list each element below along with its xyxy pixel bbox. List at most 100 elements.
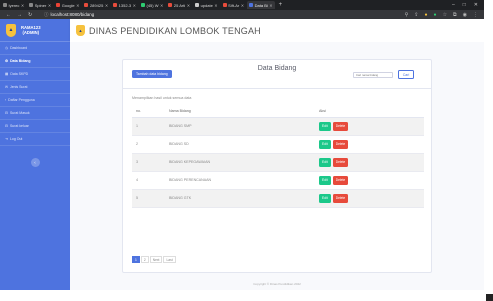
tab-favicon [222,3,227,7]
new-tab-button[interactable]: + [279,2,283,8]
corner-artifact [486,294,493,301]
sidebar-item-jenis-surat[interactable]: ✉ Jenis Surat [0,81,70,94]
profile-icon[interactable]: ◉ [463,12,467,18]
close-icon[interactable]: ✕ [48,3,51,8]
brand-role: (ADMIN) [22,30,40,35]
tab-label: Google [61,2,75,8]
close-icon[interactable]: ✕ [187,3,190,8]
table-icon: ▦ [5,72,9,76]
sidebar-brand[interactable]: ▲ RAMA123 (ADMIN) [0,19,70,42]
menu-icon[interactable]: ⋮ [473,12,478,18]
forward-icon[interactable]: → [17,12,22,18]
sidebar-item-daftar-pengguna[interactable]: › Daftar Pengguna [0,94,70,107]
edit-button[interactable]: Edit [319,121,331,131]
browser-tab[interactable]: Spiner ✕ [27,1,53,9]
share-icon[interactable]: ⇪ [414,12,418,18]
browser-tab[interactable]: update ✕ [193,1,220,9]
column-header-no: no. [132,106,165,118]
minimize-button[interactable]: – [452,2,455,8]
tab-favicon [249,3,254,7]
row-name: BIDANG SMP [165,117,315,136]
column-header-aksi: Aksi [315,106,424,118]
search-button[interactable]: Cari [398,70,414,79]
gear-icon: ⚙ [5,59,9,63]
sidebar-item-label: Surat keluar [9,124,29,128]
browser-tab[interactable]: 289425 ✕ [82,1,110,9]
sidebar-item-label: Data Bidang [10,59,31,63]
tab-favicon [113,3,118,7]
page-2-button[interactable]: 2 [140,256,149,263]
sidebar-item-data-bidang[interactable]: ⚙ Data Bidang [0,55,70,68]
delete-button[interactable]: Delete [332,139,349,149]
close-icon[interactable]: ✕ [76,3,79,8]
url-field[interactable]: ⓘ localhost:8080/bidang [44,12,94,18]
maximize-button[interactable]: □ [463,2,466,8]
table-row: 4 BIDANG PERENCANAAN Edit Delete [132,171,424,190]
edit-button[interactable]: Edit [319,139,331,149]
back-icon[interactable]: ← [6,12,11,18]
extensions-puzzle-icon[interactable]: ⧉ [453,12,457,18]
extension-icon[interactable]: ● [425,12,428,18]
main-content: Tambah data bidang Data Bidang Cari Mena… [70,42,484,290]
sidebar-item-log-out[interactable]: ⇥ Log Out [0,133,70,146]
sidebar-item-surat-keluar[interactable]: ⊟ Surat keluar [0,120,70,133]
browser-tab[interactable]: (45) W ✕ [139,1,165,9]
row-actions: Edit Delete [315,135,424,154]
pagination: 1 2 Next Last [132,256,176,263]
edit-button[interactable]: Edit [319,175,331,185]
search-input[interactable] [353,72,393,78]
sidebar-item-label: Log Out [9,137,23,141]
chevron-right-icon: › [5,98,7,102]
browser-tab[interactable]: 1352-3 ✕ [111,1,138,9]
table-row: 2 BIDANG SD Edit Delete [132,135,424,154]
close-icon[interactable]: ✕ [160,3,163,8]
last-page-button[interactable]: Last [163,256,176,263]
browser-tab[interactable]: Google ✕ [54,1,81,9]
nav-buttons: ← → ↻ [0,12,44,18]
row-number: 5 [132,189,165,208]
column-header-nama: Nama Bidang [165,106,315,118]
row-number: 1 [132,117,165,136]
row-number: 2 [132,135,165,154]
row-actions: Edit Delete [315,153,424,172]
page-1-button[interactable]: 1 [132,256,140,263]
tab-label: Spiner [34,2,47,8]
bidang-table: no. Nama Bidang Aksi 1 BIDANG SMP Edit De… [132,106,424,208]
close-icon[interactable]: ✕ [269,3,272,8]
sidebar-item-dashboard[interactable]: ◷ Dashboard [0,42,70,55]
outbox-icon: ⊟ [5,124,8,128]
close-icon[interactable]: ✕ [133,3,136,8]
delete-button[interactable]: Delete [332,121,349,131]
close-icon[interactable]: ✕ [241,3,244,8]
sidebar-item-surat-masuk[interactable]: ⊟ Surat Masuk [0,107,70,120]
sidebar: ▲ RAMA123 (ADMIN) ◷ Dashboard ⚙ Data Bidan… [0,19,70,290]
bookmark-icon[interactable]: ☆ [443,12,447,18]
delete-button[interactable]: Delete [332,157,349,167]
browser-tab[interactable]: 25 Arti ✕ [166,1,192,9]
close-window-button[interactable]: ✕ [474,2,478,8]
extension-icon[interactable]: ● [434,12,437,18]
browser-tab[interactable]: Iyerec ✕ [1,1,26,9]
browser-tab[interactable]: Sift-Ar ✕ [221,1,246,9]
tab-label: Data Bi [254,2,268,8]
close-icon[interactable]: ✕ [214,3,217,8]
browser-tab-active[interactable]: Data Bi ✕ [247,1,275,9]
reload-icon[interactable]: ↻ [28,12,32,18]
sidebar-toggle-button[interactable]: ‹ [30,158,40,167]
info-icon[interactable]: ⓘ [44,12,49,18]
sidebar-item-data-skpd[interactable]: ▦ Data SKPD [0,68,70,81]
delete-button[interactable]: Delete [332,175,349,185]
brand-text: RAMA123 (ADMIN) [21,25,41,35]
zoom-icon[interactable]: ⚲ [405,12,409,18]
next-page-button[interactable]: Next [149,256,163,263]
close-icon[interactable]: ✕ [105,3,108,8]
row-actions: Edit Delete [315,117,424,136]
row-name: BIDANG KEPEGAWAIAN [165,153,315,172]
tab-label: (45) W [146,2,159,8]
sidebar-item-label: Data SKPD [10,72,29,76]
edit-button[interactable]: Edit [319,157,331,167]
close-icon[interactable]: ✕ [21,3,24,8]
data-bidang-card: Tambah data bidang Data Bidang Cari Mena… [122,59,432,273]
delete-button[interactable]: Delete [332,193,349,203]
edit-button[interactable]: Edit [319,193,331,203]
